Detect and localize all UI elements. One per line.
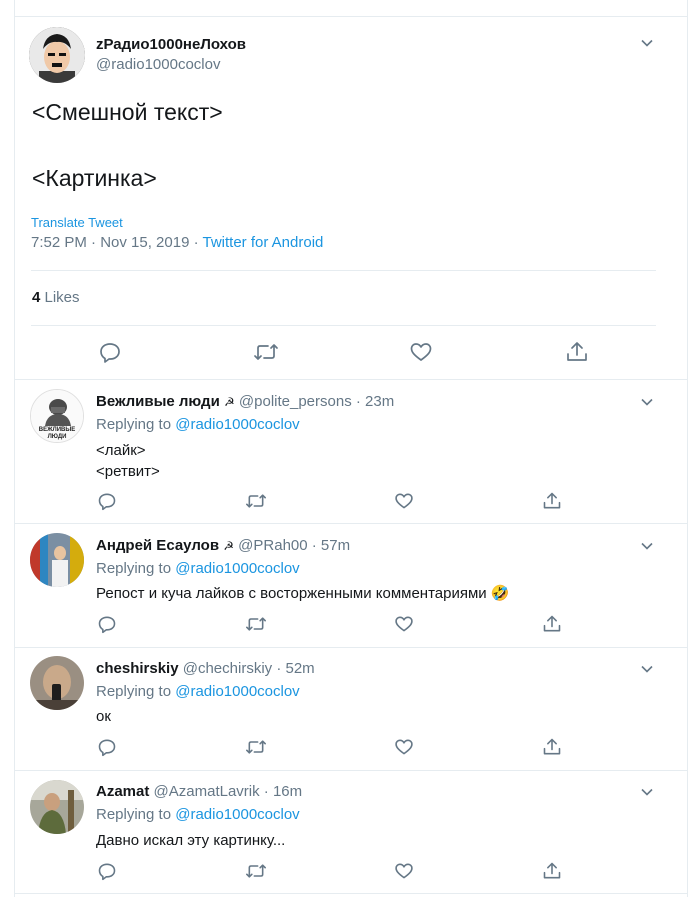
translate-tweet-link[interactable]: Translate Tweet: [31, 215, 123, 230]
replying-label: Replying to: [96, 683, 176, 700]
reply-author-handle[interactable]: @PRah00: [238, 537, 307, 554]
avatar[interactable]: [29, 27, 85, 83]
divider: [31, 325, 656, 326]
share-icon[interactable]: [565, 340, 589, 364]
reply-text: Репост и куча лайков с восторженными ком…: [96, 583, 510, 604]
retweet-icon[interactable]: [253, 340, 279, 364]
reply-author-name[interactable]: Вежливые люди: [96, 393, 220, 410]
timestamp[interactable]: 7:52 PM · Nov 15, 2019 ·: [31, 234, 202, 251]
reply-text: <лайк> <ретвит>: [96, 440, 160, 482]
reply-icon[interactable]: [97, 737, 117, 757]
reply-header: Вежливые люди ☭ @polite_persons · 23m: [96, 393, 394, 410]
reply-text-line: <лайк>: [96, 442, 146, 459]
reply-author-handle[interactable]: @AzamatLavrik: [154, 783, 260, 800]
reply-text: Давно искал эту картинку...: [96, 830, 285, 851]
reply-text-line: <ретвит>: [96, 463, 160, 480]
divider: [14, 893, 687, 894]
like-icon[interactable]: [394, 491, 414, 511]
share-icon[interactable]: [542, 861, 562, 881]
reply-author-name[interactable]: Андрей Есаулов: [96, 537, 219, 554]
likes-label: Likes: [40, 289, 80, 306]
retweet-icon[interactable]: [245, 861, 267, 881]
source-link[interactable]: Twitter for Android: [202, 234, 323, 251]
avatar[interactable]: [30, 533, 84, 587]
like-icon[interactable]: [394, 737, 414, 757]
replying-label: Replying to: [96, 806, 176, 823]
chevron-down-icon[interactable]: [640, 785, 654, 799]
reply-text-line: ок: [96, 708, 111, 725]
reply-author-name[interactable]: Azamat: [96, 783, 149, 800]
retweet-icon[interactable]: [245, 491, 267, 511]
reply-icon[interactable]: [97, 861, 117, 881]
replying-to: Replying to @radio1000coclov: [96, 806, 300, 823]
retweet-icon[interactable]: [245, 614, 267, 634]
reply-header: Андрей Есаулов ☭ @PRah00 · 57m: [96, 537, 350, 554]
reply-header: cheshirskiy @chechirskiy · 52m: [96, 660, 315, 677]
reply-time[interactable]: · 23m: [352, 393, 394, 410]
avatar[interactable]: [30, 656, 84, 710]
reply-header: Azamat @AzamatLavrik · 16m: [96, 783, 302, 800]
replying-to: Replying to @radio1000coclov: [96, 560, 300, 577]
reply-time[interactable]: · 16m: [260, 783, 302, 800]
reply-time[interactable]: · 57m: [308, 537, 350, 554]
retweet-icon[interactable]: [245, 737, 267, 757]
chevron-down-icon[interactable]: [640, 395, 654, 409]
share-icon[interactable]: [542, 614, 562, 634]
replying-label: Replying to: [96, 560, 176, 577]
avatar[interactable]: [30, 780, 84, 834]
tweet-text-line-1: <Смешной текст>: [32, 99, 223, 125]
reply-text: ок: [96, 706, 111, 727]
reply-time[interactable]: · 52m: [272, 660, 314, 677]
replying-to-link[interactable]: @radio1000coclov: [175, 416, 299, 433]
like-icon[interactable]: [394, 614, 414, 634]
divider: [14, 647, 687, 648]
top-divider: [14, 16, 687, 17]
like-icon[interactable]: [409, 340, 433, 364]
chevron-down-icon[interactable]: [640, 539, 654, 553]
divider: [14, 379, 687, 380]
reply-text-line: Давно искал эту картинку...: [96, 832, 286, 849]
tweet-meta: 7:52 PM · Nov 15, 2019 · Twitter for And…: [31, 234, 323, 251]
like-icon[interactable]: [394, 861, 414, 881]
replying-to-link[interactable]: @radio1000coclov: [175, 683, 299, 700]
author-handle[interactable]: @radio1000coclov: [96, 56, 220, 73]
reply-text-line: Репост и куча лайков с восторженными ком…: [96, 585, 510, 602]
share-icon[interactable]: [542, 737, 562, 757]
likes-count[interactable]: 4 Likes: [32, 289, 80, 306]
chevron-down-icon[interactable]: [640, 662, 654, 676]
sickle-icon: ☭: [223, 539, 234, 553]
divider: [14, 770, 687, 771]
tweet-text-line-2: <Картинка>: [32, 165, 157, 191]
reply-icon[interactable]: [97, 491, 117, 511]
reply-author-handle[interactable]: @chechirskiy: [183, 660, 272, 677]
avatar-label: ВЕЖЛИВЫЕ ЛЮДИ: [38, 427, 76, 440]
divider: [31, 270, 656, 271]
author-name[interactable]: zРадио1000неЛохов: [96, 36, 246, 53]
replying-to-link[interactable]: @radio1000coclov: [175, 806, 299, 823]
divider: [14, 523, 687, 524]
chevron-down-icon[interactable]: [640, 36, 654, 50]
reply-author-name[interactable]: cheshirskiy: [96, 660, 179, 677]
reply-author-handle[interactable]: @polite_persons: [239, 393, 352, 410]
reply-icon[interactable]: [97, 614, 117, 634]
share-icon[interactable]: [542, 491, 562, 511]
replying-to: Replying to @radio1000coclov: [96, 416, 300, 433]
replying-to-link[interactable]: @radio1000coclov: [175, 560, 299, 577]
reply-icon[interactable]: [98, 340, 122, 364]
replying-to: Replying to @radio1000coclov: [96, 683, 300, 700]
replying-label: Replying to: [96, 416, 176, 433]
sickle-icon: ☭: [223, 395, 235, 409]
